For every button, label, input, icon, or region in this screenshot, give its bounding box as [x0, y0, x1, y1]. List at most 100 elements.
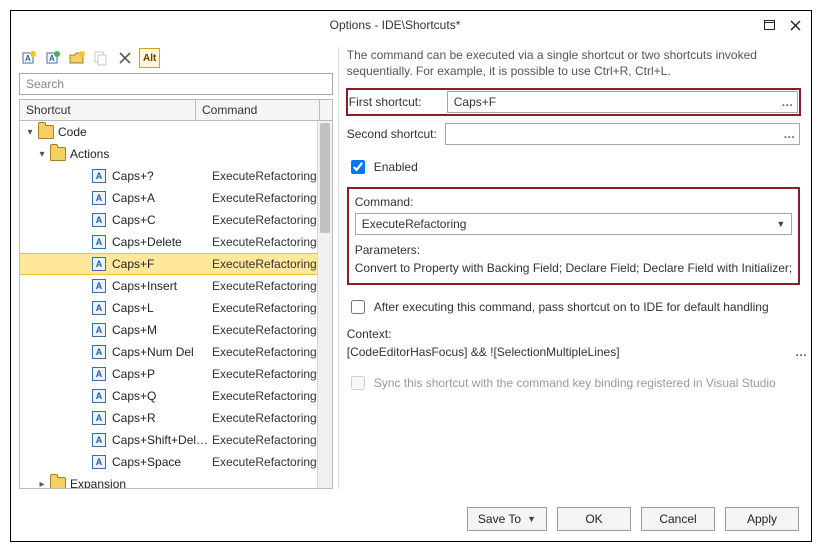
passthrough-checkbox[interactable] [351, 300, 365, 314]
folder-icon [38, 125, 54, 139]
titlebar: Options - IDE\Shortcuts* [11, 11, 811, 39]
command-cell: ExecuteRefactoring [212, 191, 317, 205]
tree-label: Code [58, 125, 87, 139]
command-dropdown[interactable]: ExecuteRefactoring ▼ [355, 213, 793, 235]
maximize-button[interactable] [759, 17, 779, 33]
expand-icon[interactable]: ▸ [36, 478, 48, 488]
ellipsis-icon[interactable]: … [795, 345, 807, 359]
passthrough-label: After executing this command, pass short… [374, 300, 769, 314]
action-icon: A [92, 433, 106, 447]
table-row[interactable]: ACaps+SpaceExecuteRefactoring [20, 451, 317, 473]
tree-label: Actions [70, 147, 109, 161]
tree-scrollbar[interactable] [317, 121, 332, 488]
shortcut-tree[interactable]: ▾Code▾ActionsACaps+?ExecuteRefactoringAC… [20, 121, 317, 488]
table-row[interactable]: ACaps+PExecuteRefactoring [20, 363, 317, 385]
enabled-label: Enabled [374, 160, 418, 174]
parameters-label: Parameters: [355, 243, 793, 257]
command-cell: ExecuteRefactoring [212, 411, 317, 425]
shortcut-cell: Caps+? [112, 169, 212, 183]
table-row[interactable]: ACaps+Num DelExecuteRefactoring [20, 341, 317, 363]
tree-node-actions[interactable]: ▾ Actions [20, 143, 317, 165]
tree-node-expansion[interactable]: ▸Expansion [20, 473, 317, 488]
svg-text:A: A [49, 54, 55, 63]
sync-label: Sync this shortcut with the command key … [374, 376, 776, 390]
col-shortcut[interactable]: Shortcut [20, 100, 196, 120]
folder-icon [50, 147, 66, 161]
passthrough-checkbox-row: After executing this command, pass short… [347, 297, 801, 317]
tree-node-code[interactable]: ▾ Code [20, 121, 317, 143]
command-cell: ExecuteRefactoring [212, 213, 317, 227]
command-cell: ExecuteRefactoring [212, 301, 317, 315]
folder-icon [50, 477, 66, 488]
context-value: [CodeEditorHasFocus] && ![SelectionMulti… [347, 345, 620, 359]
shortcut-cell: Caps+C [112, 213, 212, 227]
new-folder-icon[interactable] [67, 48, 87, 68]
table-row[interactable]: A Caps+RExecuteRefactoring [20, 407, 317, 429]
command-group: Command: ExecuteRefactoring ▼ Parameters… [347, 187, 801, 285]
action-icon: A [92, 367, 106, 381]
shortcut-cell: Caps+A [112, 191, 212, 205]
table-row[interactable]: A Caps+QExecuteRefactoring [20, 385, 317, 407]
shortcut-cell: Caps+R [112, 411, 212, 425]
command-cell: ExecuteRefactoring [212, 323, 317, 337]
table-row[interactable]: ACaps+InsertExecuteRefactoring [20, 275, 317, 297]
window-title: Options - IDE\Shortcuts* [37, 18, 753, 32]
command-cell: ExecuteRefactoring [212, 389, 317, 403]
shortcut-cell: Caps+Q [112, 389, 212, 403]
table-row[interactable]: ACaps+FExecuteRefactoring [20, 253, 317, 275]
apply-button[interactable]: Apply [725, 507, 799, 531]
table-row[interactable]: ACaps+MExecuteRefactoring [20, 319, 317, 341]
shortcut-cell: Caps+P [112, 367, 212, 381]
action-icon: A [92, 455, 106, 469]
action-icon: A [92, 169, 106, 183]
command-cell: ExecuteRefactoring [212, 279, 317, 293]
ellipsis-icon[interactable]: … [783, 127, 795, 141]
shortcut-cell: Caps+Shift+Del… [112, 433, 212, 447]
table-row[interactable]: A Caps+LExecuteRefactoring [20, 297, 317, 319]
new-shortcut-icon[interactable]: A [19, 48, 39, 68]
tree-container: ▾Code▾ActionsACaps+?ExecuteRefactoringAC… [19, 121, 333, 489]
table-row[interactable]: ACaps+DeleteExecuteRefactoring [20, 231, 317, 253]
scrollbar-thumb[interactable] [320, 123, 330, 233]
parameters-input[interactable]: Convert to Property with Backing Field; … [355, 261, 793, 275]
command-cell: ExecuteRefactoring [212, 455, 317, 469]
second-shortcut-label: Second shortcut: [347, 127, 445, 141]
ellipsis-icon[interactable]: … [781, 95, 793, 109]
delete-icon[interactable] [115, 48, 135, 68]
table-row[interactable]: ACaps+Shift+Del…ExecuteRefactoring [20, 429, 317, 451]
close-button[interactable] [785, 17, 805, 33]
action-icon: A [92, 235, 106, 249]
second-shortcut-input[interactable]: … [445, 123, 801, 145]
copy-icon[interactable] [91, 48, 111, 68]
search-input[interactable]: Search [19, 73, 333, 95]
command-cell: ExecuteRefactoring [212, 345, 317, 359]
content-area: A A Alt Search Shortcut Command ▾ Code ▾ Ac… [11, 39, 811, 497]
table-row[interactable]: A Caps+CExecuteRefactoring [20, 209, 317, 231]
cancel-label: Cancel [659, 512, 696, 526]
context-input[interactable]: [CodeEditorHasFocus] && ![SelectionMulti… [347, 345, 801, 359]
action-icon: A [92, 389, 106, 403]
table-row[interactable]: ACaps+?ExecuteRefactoring [20, 165, 317, 187]
enabled-checkbox[interactable] [351, 160, 365, 174]
col-extra[interactable] [319, 100, 332, 120]
action-icon: A [92, 411, 106, 425]
expand-icon[interactable]: ▾ [36, 148, 48, 160]
action-icon: A [92, 213, 106, 227]
save-to-button[interactable]: Save To ▼ [467, 507, 547, 531]
cancel-button[interactable]: Cancel [641, 507, 715, 531]
alt-toggle[interactable]: Alt [139, 48, 160, 68]
sync-checkbox-row: Sync this shortcut with the command key … [347, 373, 801, 393]
shortcut-cell: Caps+Delete [112, 235, 212, 249]
new-shortcut-alt-icon[interactable]: A [43, 48, 63, 68]
table-row[interactable]: ACaps+AExecuteRefactoring [20, 187, 317, 209]
action-icon: A [92, 301, 106, 315]
shortcut-cell: Caps+M [112, 323, 212, 337]
expand-icon[interactable]: ▾ [24, 126, 36, 138]
ok-button[interactable]: OK [557, 507, 631, 531]
first-shortcut-input[interactable]: Caps+F … [447, 91, 799, 113]
shortcut-cell: Caps+L [112, 301, 212, 315]
apply-label: Apply [747, 512, 777, 526]
col-command[interactable]: Command [196, 100, 319, 120]
action-icon: A [92, 279, 106, 293]
chevron-down-icon: ▼ [527, 514, 536, 524]
